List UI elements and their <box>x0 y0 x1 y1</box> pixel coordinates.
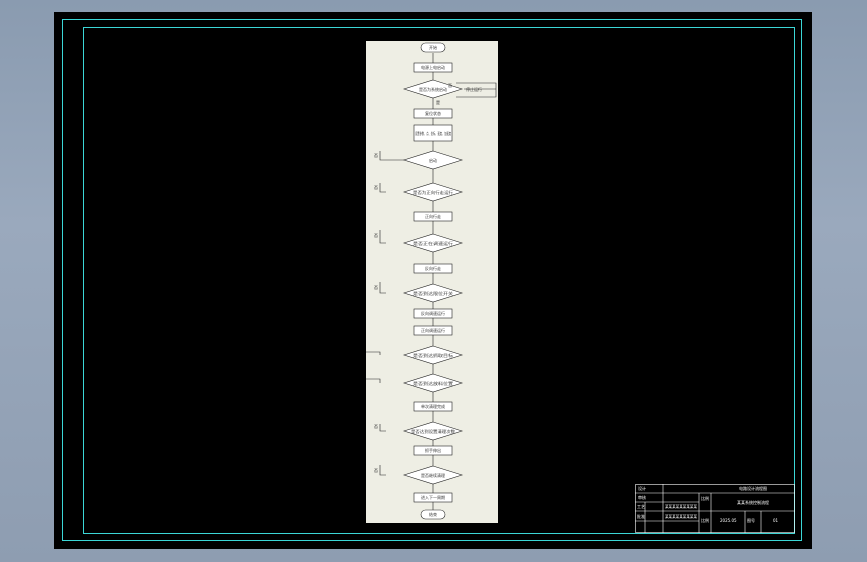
step-label: 反向行走 <box>425 265 441 271</box>
step-label: 正向调速运行 <box>421 327 445 333</box>
decision-drop-position: 是否到达放料位置 <box>402 373 464 393</box>
flowchart-svg: 开始 电源上电启动 是否为系统启动 停止运行 复位状态 设置参数、点、坐标、速度… <box>366 42 497 520</box>
edge-label-no: 否 <box>374 468 378 473</box>
edge-label-yes: 是 <box>436 99 440 105</box>
edge-label-no: 否 <box>448 83 452 88</box>
decision-label: 是否到达限位开关 <box>413 290 453 296</box>
decision-limit-switch: 是否到达限位开关 <box>402 283 464 303</box>
step-label: 进入下一周期 <box>421 494 445 500</box>
decision-label: 是否继续清理 <box>421 472 445 478</box>
step-box-forward-speed: 正向调速运行 <box>413 325 453 336</box>
step-box-gripper-out: 抓手伸出 <box>413 445 453 456</box>
edge-label-no: 否 <box>374 185 378 190</box>
end-terminal: 结束 <box>420 509 446 520</box>
step-box-power-on: 电源上电启动 <box>413 62 453 73</box>
decision-clean-count: 是否达到设置清理次数 <box>402 421 464 441</box>
step-box-reset: 复位状态 <box>413 108 453 119</box>
title-cell: 2025.05 <box>720 518 737 523</box>
title-block: 设计 电路设计流程图 审核 比例 某某系统控制流程 工艺 某某某某某某某某某 批… <box>635 484 795 533</box>
step-box-single-clean: 单次清理完成 <box>413 401 453 412</box>
start-terminal: 开始 <box>420 42 446 53</box>
loop-line-6 <box>366 378 381 383</box>
title-cell: 比例 <box>701 495 709 501</box>
step-box-reverse-speed: 反向调速运行 <box>413 308 453 319</box>
decision-continue: 是否继续清理 <box>402 465 464 485</box>
decision-label: 是否正在调速运行 <box>413 240 453 246</box>
loop-line-3 <box>379 230 386 244</box>
decision-label: 是否到达抓取目标 <box>413 352 453 358</box>
edge-label-no: 否 <box>374 233 378 238</box>
title-cell: 设计 <box>638 485 646 491</box>
loop-line-2 <box>379 183 386 193</box>
decision-speed-running: 是否正在调速运行 <box>402 233 464 253</box>
decision-label: 启动 <box>429 157 437 163</box>
title-cell: 工艺 <box>637 504 645 509</box>
loop-line-8 <box>379 465 386 476</box>
step-box-forward: 正向行走 <box>413 211 453 222</box>
decision-label: 是否为系统启动 <box>419 86 447 92</box>
stop-label: 停止运行 <box>466 86 482 92</box>
title-cell: 审核 <box>638 494 646 500</box>
title-cell: 某某系统控制流程 <box>737 499 769 505</box>
edge-label-no: 否 <box>374 424 378 429</box>
decision-forward: 是否为正向行走运行 <box>402 182 464 202</box>
decision-label: 是否到达放料位置 <box>413 380 453 386</box>
step-label: 单次清理完成 <box>421 403 445 409</box>
step-label: 正向行走 <box>425 213 441 219</box>
loop-line-1 <box>379 151 406 161</box>
decision-system-start: 是否为系统启动 <box>402 79 464 99</box>
start-label: 开始 <box>429 44 437 50</box>
decision-label: 是否达到设置清理次数 <box>411 428 455 434</box>
end-label: 结束 <box>429 511 437 517</box>
step-label: 电源上电启动 <box>421 64 445 70</box>
title-cell: 01 <box>773 518 779 523</box>
decision-grab-target: 是否到达抓取目标 <box>402 345 464 365</box>
flowchart-panel: 开始 电源上电启动 是否为系统启动 停止运行 复位状态 设置参数、点、坐标、速度… <box>366 41 498 523</box>
decision-label: 是否为正向行走运行 <box>413 189 453 195</box>
step-label: 抓手伸出 <box>425 447 441 453</box>
step-box-set-params: 设置参数、点、坐标、速度、加速度 <box>413 124 453 142</box>
title-cell: 比例 <box>701 517 709 523</box>
title-cell: 某某某某某某某某某 <box>665 503 697 509</box>
loop-line-5 <box>366 351 381 355</box>
title-cell: 批准 <box>637 513 645 519</box>
edge-label-no: 否 <box>374 285 378 290</box>
loop-line-4 <box>379 282 386 294</box>
edge-label-no: 否 <box>374 153 378 158</box>
loop-line-7 <box>379 424 386 432</box>
drawing-title: 电路设计流程图 <box>739 485 767 491</box>
decision-start: 启动 <box>402 150 464 170</box>
step-label: 设置参数、点、坐标、速度、加速度 <box>415 130 451 136</box>
step-box-next-cycle: 进入下一周期 <box>413 492 453 503</box>
step-label: 复位状态 <box>425 110 441 116</box>
title-cell: 图号 <box>747 517 755 523</box>
title-cell: 某某某某某某某某某 <box>665 513 697 519</box>
step-box-reverse: 反向行走 <box>413 263 453 274</box>
drawing-sheet: 开始 电源上电启动 是否为系统启动 停止运行 复位状态 设置参数、点、坐标、速度… <box>54 12 812 549</box>
step-label: 反向调速运行 <box>421 310 445 316</box>
